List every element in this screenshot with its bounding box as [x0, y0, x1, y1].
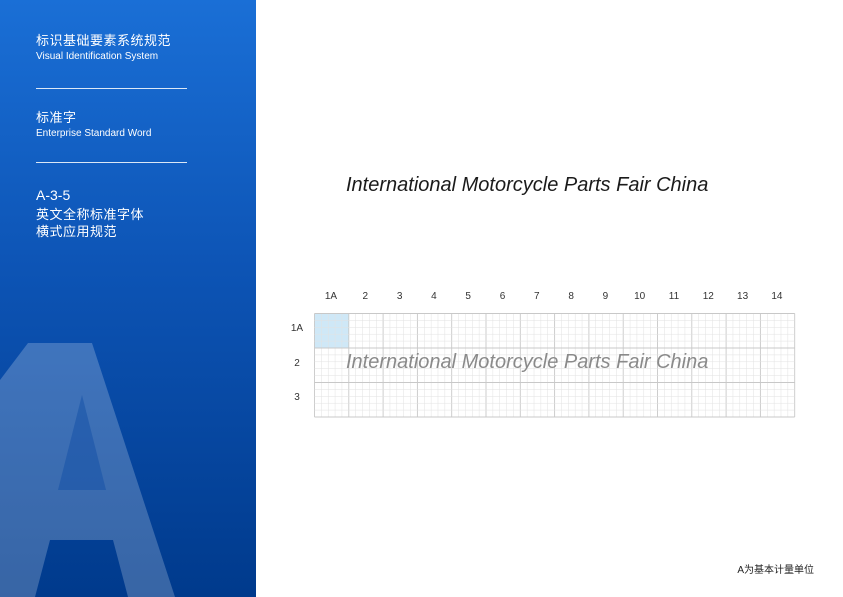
grid-column-label: 6 [499, 291, 506, 302]
standard-word-title: International Motorcycle Parts Fair Chin… [346, 174, 709, 196]
section-title-cn: 标准字 [36, 110, 77, 125]
grid-column-label: 11 [668, 291, 680, 302]
grid-column-label: 4 [431, 291, 437, 302]
grid-sample-title: International Motorcycle Parts Fair Chin… [346, 351, 709, 373]
grid-column-label: 3 [396, 291, 403, 302]
grid-column-label: 13 [737, 291, 749, 302]
divider [36, 88, 187, 89]
grid-column-label: 5 [465, 291, 471, 302]
grid-row-label: 3 [294, 392, 300, 404]
grid-column-label: 14 [771, 291, 783, 302]
grid-row-label: 1A [290, 323, 304, 335]
system-title-en: Visual Identification System [36, 51, 159, 62]
divider [36, 162, 187, 163]
letter-a-watermark [0, 343, 175, 597]
page-description-line1: 英文全称标准字体 [36, 207, 145, 222]
system-title: 标识基础要素系统规范 Visual Identification System [36, 32, 171, 64]
section-title: 标准字 Enterprise Standard Word [36, 109, 151, 141]
system-title-cn: 标识基础要素系统规范 [36, 33, 172, 48]
section-title-en: Enterprise Standard Word [36, 128, 152, 139]
unit-cell-highlight [314, 313, 349, 348]
unit-footnote: A为基本计量单位 [737, 565, 814, 576]
grid-column-label: 12 [702, 291, 714, 302]
page-code: A-3-5 [36, 187, 71, 203]
page-code-block: A-3-5 英文全称标准字体 横式应用规范 [36, 186, 144, 240]
grid-column-label: 1A [324, 291, 338, 302]
page-description-line2: 横式应用规范 [36, 224, 118, 239]
grid-column-label: 2 [362, 291, 369, 302]
sidebar-panel: 标识基础要素系统规范 Visual Identification System … [0, 0, 256, 597]
grid-row-label: 2 [294, 357, 300, 369]
grid-column-label: 9 [602, 291, 609, 302]
grid-column-label: 8 [568, 291, 574, 302]
grid-column-label: 7 [534, 291, 540, 302]
grid-column-label: 10 [634, 291, 646, 302]
